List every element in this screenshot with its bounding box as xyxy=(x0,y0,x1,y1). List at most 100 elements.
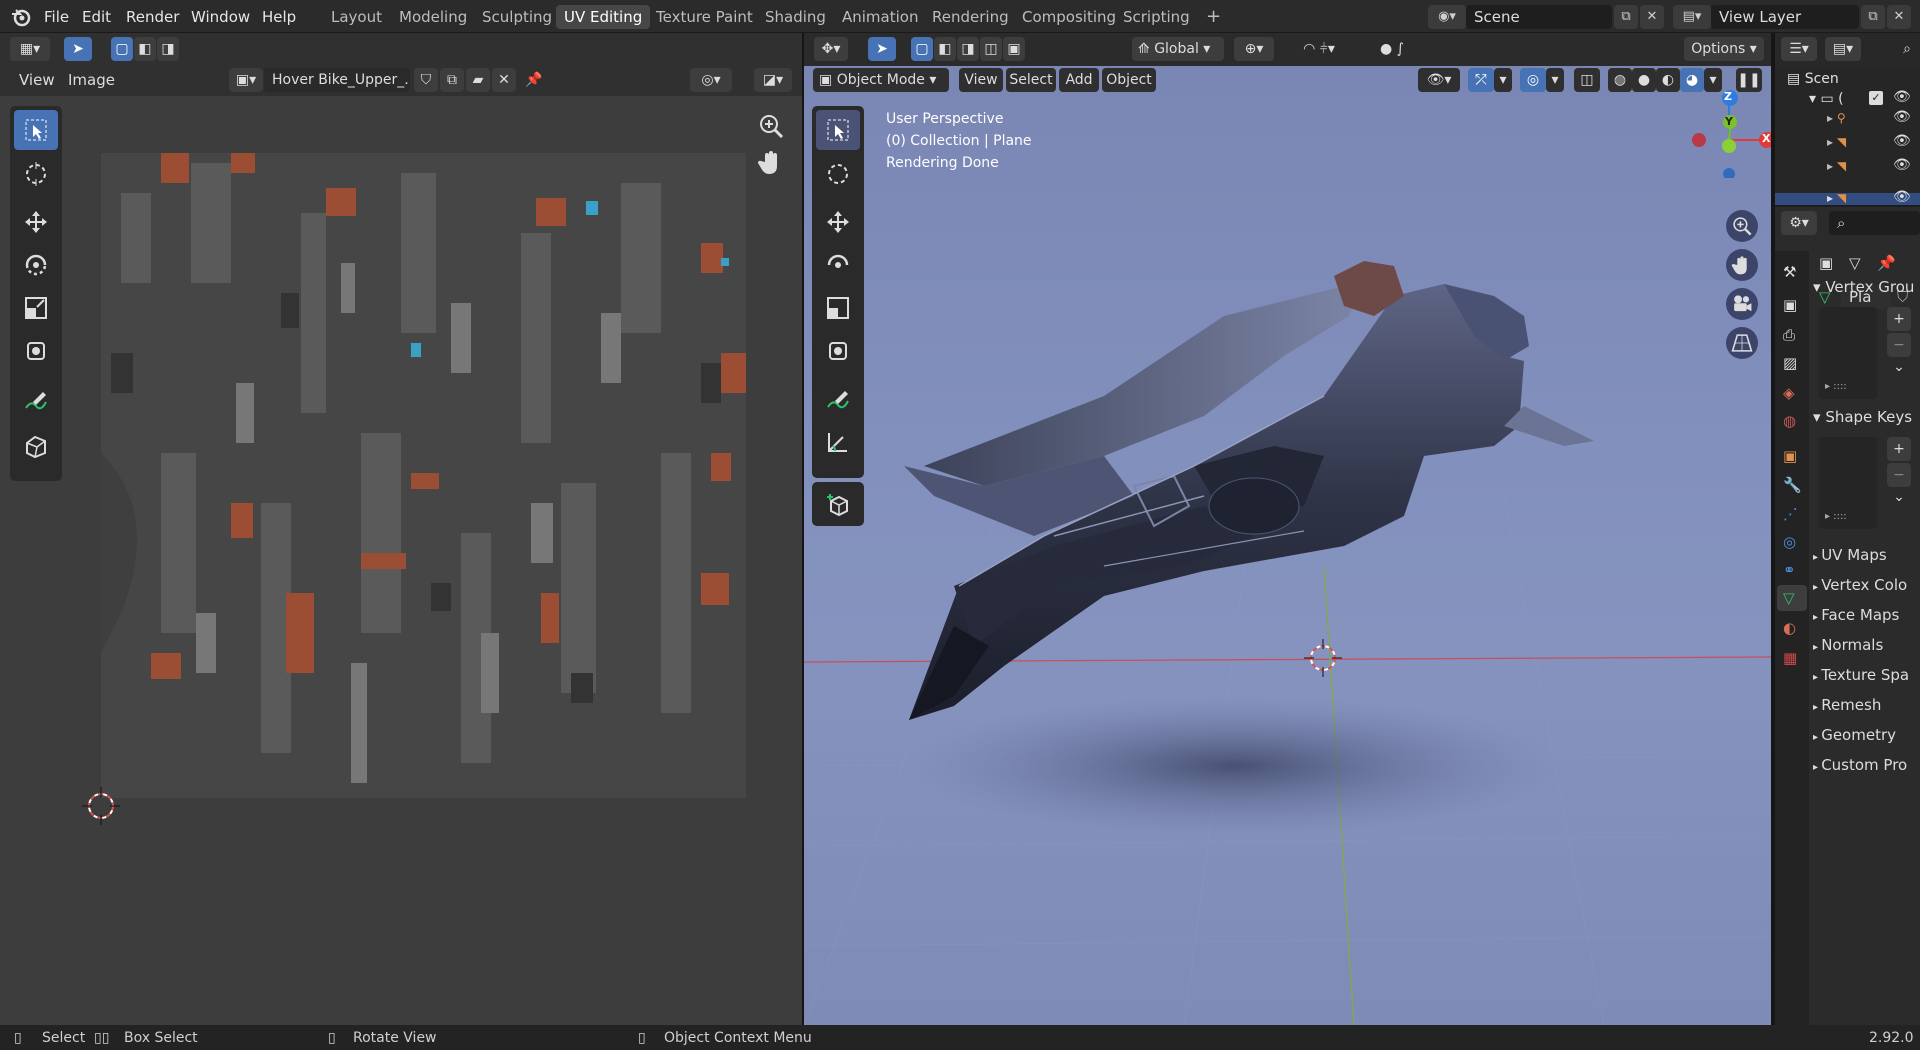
vp-cursor-tool-icon[interactable] xyxy=(816,154,860,194)
outliner-editor-type-icon[interactable]: ☰▾ xyxy=(1781,37,1817,61)
solid-shading-icon[interactable]: ● xyxy=(1632,68,1656,92)
tab-modeling[interactable]: Modeling xyxy=(391,5,475,29)
editor-type-icon[interactable]: ▦▾ xyxy=(10,37,50,61)
grab-uv-tool-icon[interactable] xyxy=(14,426,58,466)
scene-field[interactable]: Scene xyxy=(1466,5,1612,29)
panel-texture-space[interactable]: ▸ Texture Spa xyxy=(1813,663,1909,687)
outliner-display-mode-icon[interactable]: ▤▾ xyxy=(1825,37,1861,61)
uv-editor-area[interactable] xyxy=(0,96,802,1025)
select-box-tool-icon[interactable] xyxy=(14,110,58,150)
vertex-groups-drag-handle[interactable]: :::: xyxy=(1833,381,1846,392)
tab-uv-editing[interactable]: UV Editing xyxy=(556,5,651,29)
tab-world-icon[interactable]: ◍ xyxy=(1783,412,1796,430)
vertex-group-specials-icon[interactable]: ⌄ xyxy=(1887,355,1911,379)
menu-render[interactable]: Render xyxy=(126,6,179,28)
tab-animation[interactable]: Animation xyxy=(834,5,926,29)
tab-view-layer-icon[interactable]: ▨ xyxy=(1783,354,1797,372)
shape-key-specials-icon[interactable]: ⌄ xyxy=(1887,485,1911,509)
wireframe-shading-icon[interactable]: ◍ xyxy=(1608,68,1632,92)
viewport-select-invert-icon[interactable]: ◫ xyxy=(980,37,1002,61)
shape-keys-expand-icon[interactable]: ▸ :::: xyxy=(1825,511,1847,522)
camera-view-icon[interactable] xyxy=(1726,288,1758,320)
viewport-menu-view[interactable]: View xyxy=(959,68,1003,92)
view-layer-browse-icon[interactable]: ▤▾ xyxy=(1673,5,1711,29)
vp-transform-tool-icon[interactable] xyxy=(816,331,860,371)
transform-tool-icon[interactable] xyxy=(14,331,58,371)
vp-annotate-tool-icon[interactable] xyxy=(816,380,860,420)
tab-modifier-icon[interactable]: 🔧 xyxy=(1783,476,1802,494)
tab-layout[interactable]: Layout xyxy=(323,5,390,29)
object-row-2-arrow-icon[interactable]: ▸ ◥ xyxy=(1827,135,1846,149)
vp-pan-hand-icon[interactable] xyxy=(1726,249,1758,281)
perspective-toggle-icon[interactable] xyxy=(1726,327,1758,359)
uv-menu-image[interactable]: Image xyxy=(68,68,115,92)
uv-display-mode-icon[interactable]: ◪▾ xyxy=(754,68,792,92)
new-view-layer-icon[interactable]: ⧉ xyxy=(1861,5,1885,29)
3d-cursor-icon[interactable] xyxy=(1304,639,1342,677)
panel-remesh[interactable]: ▸ Remesh xyxy=(1813,693,1881,717)
tab-tool-icon[interactable]: ⚒ xyxy=(1783,263,1796,281)
tab-scene-icon[interactable]: ◈ xyxy=(1783,384,1795,402)
object-row-4-arrow-icon[interactable]: ▸ ◥ xyxy=(1827,191,1846,205)
annotate-tool-icon[interactable] xyxy=(14,381,58,421)
vp-rotate-tool-icon[interactable] xyxy=(816,245,860,285)
snap-icon[interactable]: ◠ ⫩▾ xyxy=(1284,37,1354,61)
tab-shading[interactable]: Shading xyxy=(757,5,834,29)
tab-render-icon[interactable]: ▣ xyxy=(1783,296,1797,314)
viewport-menu-select[interactable]: Select xyxy=(1006,68,1056,92)
panel-shape-keys[interactable]: ▾ Shape Keys xyxy=(1813,405,1912,429)
view-layer-field[interactable]: View Layer xyxy=(1711,5,1859,29)
fake-user-icon[interactable]: ⛉ xyxy=(414,68,438,92)
object-row-1-eye-icon[interactable]: 👁 xyxy=(1893,109,1911,125)
overlay-dropdown-icon[interactable]: ▾ xyxy=(1546,68,1564,92)
tab-compositing[interactable]: Compositing xyxy=(1014,5,1124,29)
vertex-group-remove-button[interactable]: − xyxy=(1887,333,1911,357)
tab-mesh-data-icon[interactable]: ▽ xyxy=(1783,589,1795,607)
uv-menu-view[interactable]: View xyxy=(19,68,55,92)
tab-material-icon[interactable]: ◐ xyxy=(1783,619,1796,637)
navigation-gizmo[interactable]: Z Y X xyxy=(1684,88,1771,180)
uv-2d-cursor-icon[interactable] xyxy=(82,787,120,825)
unlink-image-icon[interactable]: ✕ xyxy=(492,68,516,92)
exclude-checkbox[interactable]: ✓ xyxy=(1869,91,1883,105)
tab-object-icon[interactable]: ▣ xyxy=(1783,447,1797,465)
vp-zoom-icon[interactable] xyxy=(1726,210,1758,242)
pin-properties-icon[interactable]: 📌 xyxy=(1877,254,1896,272)
tab-scripting[interactable]: Scripting xyxy=(1115,5,1198,29)
object-row-4-eye-icon[interactable]: 👁 xyxy=(1893,189,1911,205)
uv-overlay-icon[interactable]: ◎▾ xyxy=(690,68,732,92)
vp-scale-tool-icon[interactable] xyxy=(816,288,860,328)
panel-normals[interactable]: ▸ Normals xyxy=(1813,633,1883,657)
panel-face-maps[interactable]: ▸ Face Maps xyxy=(1813,603,1899,627)
collection-visibility-eye-icon[interactable]: 👁 xyxy=(1893,89,1911,105)
viewport-menu-add[interactable]: Add xyxy=(1059,68,1099,92)
tab-physics-icon[interactable]: ◎ xyxy=(1783,533,1796,551)
mode-dropdown[interactable]: ▣ Object Mode ▾ xyxy=(813,68,949,92)
pan-hand-icon[interactable] xyxy=(757,148,785,176)
properties-search-field[interactable]: ⌕ xyxy=(1829,211,1920,235)
visibility-icon[interactable]: 👁▾ xyxy=(1418,68,1460,92)
material-shading-icon[interactable]: ◐ xyxy=(1656,68,1680,92)
add-workspace-button[interactable]: + xyxy=(1198,5,1229,29)
menu-file[interactable]: File xyxy=(44,6,69,28)
new-scene-icon[interactable]: ⧉ xyxy=(1614,5,1638,29)
scene-collection-row[interactable]: ▤ Scen xyxy=(1787,69,1839,89)
viewport-select-new-icon[interactable]: ▢ xyxy=(911,37,933,61)
collection-row[interactable]: ▾ ▭ ( xyxy=(1809,89,1844,109)
tab-texture-paint[interactable]: Texture Paint xyxy=(648,5,761,29)
select-extend-icon[interactable]: ◧ xyxy=(134,37,156,61)
pivot-point-icon[interactable]: ⊕▾ xyxy=(1234,37,1274,61)
shape-key-add-button[interactable]: + xyxy=(1887,437,1911,461)
viewport-select-mode-icon[interactable]: ➤ xyxy=(868,37,896,61)
panel-uv-maps[interactable]: ▸ UV Maps xyxy=(1813,543,1887,567)
tab-constraints-icon[interactable]: ⚭ xyxy=(1783,561,1796,579)
scene-browse-icon[interactable]: ◉▾ xyxy=(1428,5,1466,29)
shape-keys-list[interactable]: ▸ :::: xyxy=(1819,437,1877,529)
tab-particles-icon[interactable]: ⋰ xyxy=(1783,505,1798,523)
viewport-select-subtract-icon[interactable]: ◨ xyxy=(957,37,979,61)
tab-rendering[interactable]: Rendering xyxy=(924,5,1017,29)
add-cube-tool-icon[interactable] xyxy=(816,484,860,524)
select-new-icon[interactable]: ▢ xyxy=(111,37,133,61)
options-dropdown[interactable]: Options ▾ xyxy=(1684,37,1764,61)
vertex-groups-expand-icon[interactable]: ▸ :::: xyxy=(1825,381,1847,392)
